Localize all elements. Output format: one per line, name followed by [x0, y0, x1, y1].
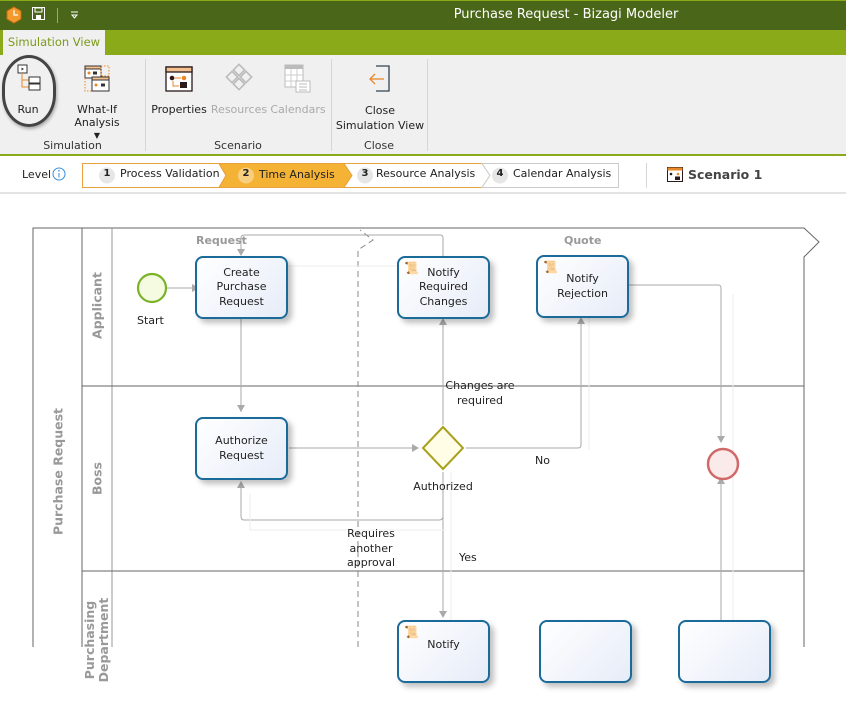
calendars-icon	[284, 64, 311, 93]
step-1-label[interactable]: Process Validation	[120, 167, 220, 180]
script-icon: 📜	[404, 261, 419, 275]
start-event-label: Start	[137, 314, 164, 327]
calendars-button[interactable]: Calendars	[268, 61, 328, 123]
resources-label: Resources	[210, 103, 268, 116]
flow-rejection-end	[629, 284, 722, 442]
script-icon: 📜	[543, 260, 558, 274]
phase-separator	[357, 229, 374, 647]
lane-title-boss: Boss	[89, 462, 105, 495]
what-if-label: What-If Analysis	[74, 103, 120, 129]
diagram-canvas: Purchase Request Applicant Boss Purchasi…	[0, 194, 846, 683]
resources-button[interactable]: Resources	[210, 61, 268, 123]
close-view-icon	[369, 65, 390, 92]
pool-title: Purchase Request	[50, 407, 66, 536]
run-highlight-ring	[2, 55, 56, 127]
title-bar: Purchase Request - Bizagi Modeler	[0, 0, 846, 30]
flow-top-loop	[240, 234, 444, 256]
scenario-name[interactable]: Scenario 1	[688, 167, 762, 182]
what-if-analysis-button[interactable]: What-If Analysis ▼	[56, 61, 138, 140]
flow-label-another-approval: Requires another approval	[346, 527, 396, 569]
level-bar: Level 1 Process Validation 2 Time Analys…	[0, 156, 846, 194]
resources-icon	[225, 63, 253, 91]
properties-button[interactable]: Properties	[150, 61, 208, 123]
step-4-label[interactable]: Calendar Analysis	[513, 167, 611, 180]
task-unlabeled-2[interactable]	[678, 620, 771, 683]
step-3-label[interactable]: Resource Analysis	[376, 167, 475, 180]
group-label-close: Close	[364, 139, 394, 152]
flow-label-no: No	[535, 454, 550, 467]
ribbon-separator	[331, 59, 332, 151]
step-2-label[interactable]: Time Analysis	[259, 168, 335, 181]
flow-label-yes: Yes	[459, 551, 477, 564]
ribbon: Run What-If Analysis ▼ Simulation Proper…	[0, 55, 846, 156]
task-unlabeled-1[interactable]	[539, 620, 632, 683]
what-if-icon	[84, 65, 110, 92]
ribbon-separator	[427, 59, 428, 151]
phase-label-quote: Quote	[564, 234, 602, 247]
lane-title-purchasing: Purchasing Department	[82, 597, 111, 683]
close-label-line1: Close	[365, 104, 395, 117]
ribbon-tab-strip: Simulation View	[0, 30, 846, 55]
tab-simulation-view[interactable]: Simulation View	[3, 30, 105, 55]
lane-title-applicant: Applicant	[89, 272, 105, 339]
task-authorize-request[interactable]: Authorize Request	[195, 417, 288, 480]
calendars-label: Calendars	[270, 103, 326, 116]
properties-icon	[165, 66, 193, 92]
group-label-simulation: Simulation	[43, 139, 102, 152]
properties-label: Properties	[151, 103, 207, 116]
step-1-number: 1	[103, 168, 111, 179]
flow-label-changes: Changes are required	[445, 379, 515, 407]
info-icon[interactable]	[52, 167, 66, 181]
step-3-number: 3	[361, 168, 369, 179]
task-notify-bottom[interactable]: 📜 Notify	[397, 620, 490, 683]
scenario-icon	[667, 167, 683, 182]
task-notify-required-changes[interactable]: 📜 Notify Required Changes	[397, 256, 490, 319]
step-2-number: 2	[242, 168, 250, 179]
ribbon-separator	[145, 59, 146, 151]
phase-label-request: Request	[196, 234, 247, 247]
gateway-label: Authorized	[413, 480, 473, 493]
level-separator	[646, 163, 647, 188]
task-notify-rejection[interactable]: 📜 Notify Rejection	[536, 255, 629, 318]
task-create-purchase-request[interactable]: Create Purchase Request	[195, 256, 288, 319]
close-label-line2: Simulation View	[335, 119, 425, 132]
group-label-scenario: Scenario	[214, 139, 262, 152]
script-icon: 📜	[404, 625, 419, 639]
close-simulation-view-button[interactable]: Close Simulation View	[334, 61, 426, 132]
start-event	[136, 272, 168, 304]
window-title: Purchase Request - Bizagi Modeler	[453, 7, 679, 22]
exclusive-gateway	[421, 425, 465, 471]
step-4-number: 4	[496, 168, 504, 179]
level-label: Level	[22, 168, 52, 181]
end-event	[706, 447, 740, 481]
